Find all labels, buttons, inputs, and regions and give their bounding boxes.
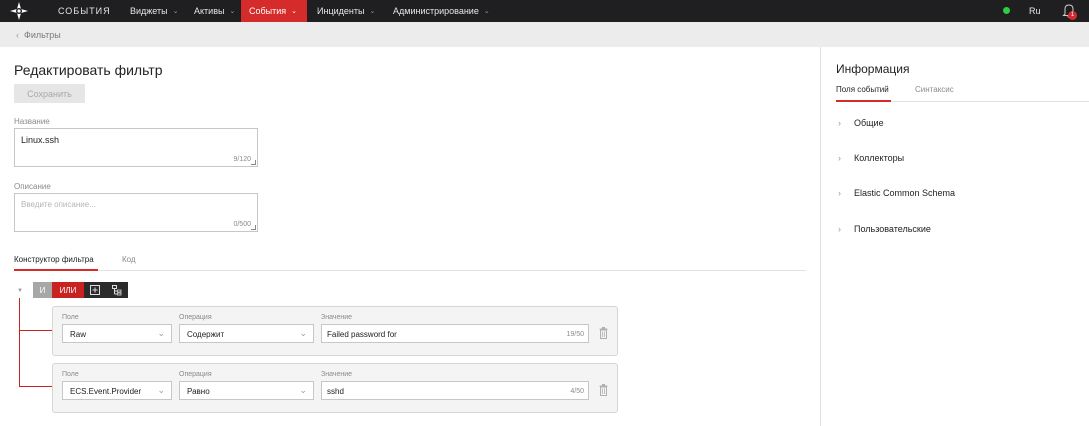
condition-row: Поле Операция Значение ECS.Event.Provide… [52,363,618,413]
name-field[interactable]: Linux.ssh 9/120 [14,128,258,167]
name-label: Название [14,117,50,126]
logo-icon[interactable] [10,2,28,20]
chevron-down-icon: ⌄ [229,8,236,15]
active-tab-indicator [836,100,891,102]
accordion-label: Пользовательские [854,224,931,234]
chevron-down-icon: ⌄ [483,8,490,15]
operation-select[interactable]: Равно ⌄ [179,381,314,400]
nav-label: Инциденты [317,6,365,16]
and-operator-button[interactable]: И [33,282,52,298]
chevron-right-icon: › [838,153,841,163]
tab-code[interactable]: Код [122,255,136,264]
accordion-collectors[interactable]: › Коллекторы [838,153,904,163]
nav-events[interactable]: События ⌄ [241,0,307,22]
chevron-down-icon: ⌄ [157,328,165,338]
breadcrumb-label: Фильтры [24,30,61,40]
accordion-custom[interactable]: › Пользовательские [838,224,931,234]
field-select[interactable]: Raw ⌄ [62,324,172,343]
field-select[interactable]: ECS.Event.Provider ⌄ [62,381,172,400]
chevron-down-icon: ⌄ [299,328,307,338]
accordion-ecs[interactable]: › Elastic Common Schema [838,188,955,198]
add-square-icon [90,285,100,295]
value-label: Значение [321,314,353,321]
description-label: Описание [14,182,51,191]
resize-handle-icon[interactable] [251,225,256,230]
top-bar: СОБЫТИЯ Виджеты ⌄ Активы ⌄ События ⌄ Инциде… [0,0,1089,22]
operation-label: Операция [179,371,212,378]
tree-branch [19,330,52,331]
group-tree-icon [112,284,122,295]
chevron-down-icon: ⌄ [369,8,376,15]
operation-select-value: Содержит [187,330,225,339]
value-input-text: Failed password for [327,330,397,339]
tab-syntax[interactable]: Синтаксис [915,85,954,94]
builder-toolbar: И ИЛИ [33,282,128,298]
field-select-value: ECS.Event.Provider [70,387,142,396]
nav-label: Активы [194,6,225,16]
chevron-right-icon: › [838,224,841,234]
nav-widgets[interactable]: Виджеты ⌄ [122,0,186,22]
trash-icon[interactable] [599,384,608,396]
accordion-label: Общие [854,118,884,128]
tree-connector [19,298,20,386]
name-value: Linux.ssh [21,135,60,145]
collapse-arrow-icon[interactable]: ▼ [17,288,23,294]
value-counter: 19/50 [566,331,584,338]
accordion-general[interactable]: › Общие [838,118,884,128]
accordion-label: Коллекторы [854,153,905,163]
accordion-label: Elastic Common Schema [854,188,956,198]
chevron-down-icon: ⌄ [172,8,179,15]
app-title: СОБЫТИЯ [58,6,111,16]
chevron-right-icon: › [838,188,841,198]
chevron-down-icon: ⌄ [157,385,165,395]
info-title: Информация [836,62,910,76]
resize-handle-icon[interactable] [251,160,256,165]
value-input[interactable]: sshd 4/50 [321,381,589,400]
field-select-value: Raw [70,330,87,339]
language-switch[interactable]: Ru [1029,6,1041,16]
chevron-left-icon: ‹ [16,30,19,40]
add-condition-button[interactable] [84,282,106,298]
tab-filter-builder[interactable]: Конструктор фильтра [14,255,94,264]
operation-select[interactable]: Содержит ⌄ [179,324,314,343]
breadcrumb[interactable]: ‹ Фильтры [16,30,61,40]
status-indicator [1003,7,1010,14]
field-label: Поле [62,314,79,321]
page-title: Редактировать фильтр [14,62,163,78]
description-field[interactable]: Введите описание... 0/500 [14,193,258,232]
or-operator-button[interactable]: ИЛИ [52,282,84,298]
nav-label: События [249,6,287,16]
tree-branch [19,386,52,387]
chevron-right-icon: › [838,118,841,128]
operation-select-value: Равно [187,387,210,396]
chevron-down-icon: ⌄ [299,385,307,395]
notification-badge: 1 [1068,11,1077,20]
save-button[interactable]: Сохранить [14,84,85,103]
chevron-down-icon: ⌄ [291,8,298,15]
value-input-text: sshd [327,387,344,396]
nav-label: Виджеты [130,6,168,16]
name-counter: 9/120 [233,156,251,163]
tabs-divider [14,270,806,271]
value-label: Значение [321,371,353,378]
nav-label: Администрирование [393,6,479,16]
operation-label: Операция [179,314,212,321]
description-placeholder: Введите описание... [21,200,96,209]
condition-row: Поле Операция Значение Raw ⌄ Содержит ⌄ … [52,306,618,356]
pane-divider [820,47,821,426]
add-group-button[interactable] [106,282,128,298]
value-input[interactable]: Failed password for 19/50 [321,324,589,343]
nav-administration[interactable]: Администрирование ⌄ [385,0,498,22]
description-counter: 0/500 [233,221,251,228]
value-counter: 4/50 [570,388,584,395]
field-label: Поле [62,371,79,378]
nav-incidents[interactable]: Инциденты ⌄ [309,0,383,22]
trash-icon[interactable] [599,327,608,339]
tab-event-fields[interactable]: Поля событий [836,85,889,94]
nav-assets[interactable]: Активы ⌄ [186,0,243,22]
active-tab-indicator [14,269,98,271]
breadcrumb-bar: ‹ Фильтры [0,22,1089,47]
